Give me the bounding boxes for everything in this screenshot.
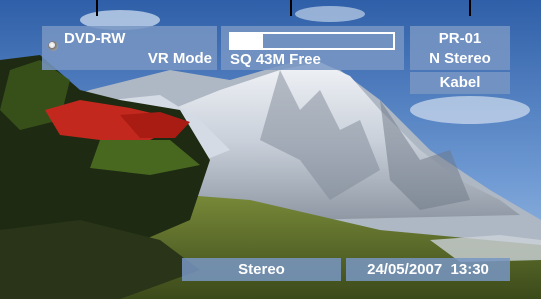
- disc-info-panel: DVD-RW VR Mode: [42, 26, 217, 70]
- disc-space-panel: SQ 43M Free: [221, 26, 404, 70]
- callout-line-disc: [96, 0, 98, 16]
- callout-line-program: [469, 0, 471, 16]
- program-number: PR-01: [438, 30, 482, 47]
- recording-mode-label: VR Mode: [147, 50, 212, 67]
- disc-icon: [48, 41, 58, 51]
- free-space-bar: [229, 32, 395, 50]
- audio-output-panel: Stereo: [182, 258, 341, 281]
- program-info-panel: PR-01 N Stereo: [410, 26, 510, 70]
- clock-datetime: 24/05/2007 13:30: [367, 261, 489, 278]
- input-source-panel: Kabel: [410, 72, 510, 94]
- free-space-label: SQ 43M Free: [230, 51, 321, 68]
- audio-output-label: Stereo: [238, 261, 285, 278]
- program-audio-mode: N Stereo: [429, 50, 491, 67]
- disc-type-label: DVD-RW: [64, 30, 126, 47]
- free-space-bar-fill: [231, 34, 264, 48]
- clock-panel: 24/05/2007 13:30: [346, 258, 510, 281]
- callout-line-space: [290, 0, 292, 16]
- input-source-label: Kabel: [439, 74, 481, 91]
